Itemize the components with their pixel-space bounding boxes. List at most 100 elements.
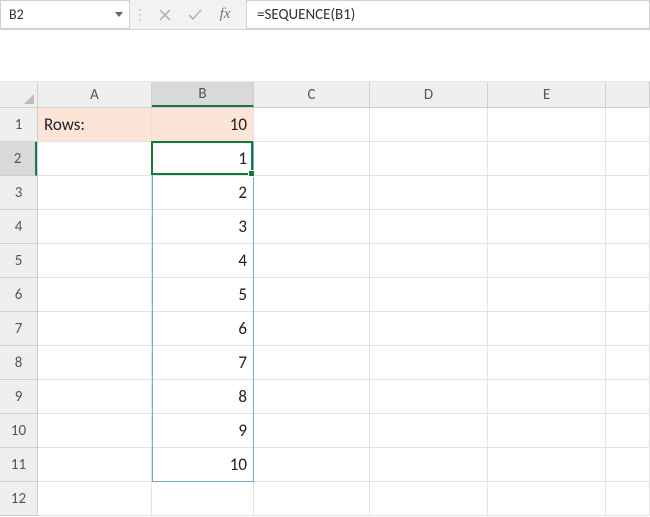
cell-e2[interactable]: [488, 142, 606, 176]
chevron-down-icon[interactable]: [115, 12, 123, 17]
cell-b5[interactable]: 4: [152, 244, 254, 278]
cell-c9[interactable]: [254, 380, 370, 414]
cell-a5[interactable]: [38, 244, 152, 278]
cancel-formula-button[interactable]: [150, 0, 180, 29]
cell-f10[interactable]: [606, 414, 650, 448]
cell-c2[interactable]: [254, 142, 370, 176]
cell-c8[interactable]: [254, 346, 370, 380]
cell-e7[interactable]: [488, 312, 606, 346]
row-header-3[interactable]: 3: [0, 176, 37, 210]
cell-b7[interactable]: 6: [152, 312, 254, 346]
divider: ⋮: [130, 0, 150, 29]
row-header-6[interactable]: 6: [0, 278, 37, 312]
cell-d7[interactable]: [370, 312, 488, 346]
insert-function-button[interactable]: fx: [210, 0, 240, 29]
col-header-a[interactable]: A: [38, 82, 152, 107]
cell-e11[interactable]: [488, 448, 606, 482]
cell-c12[interactable]: [254, 482, 370, 516]
cell-f3[interactable]: [606, 176, 650, 210]
cell-f5[interactable]: [606, 244, 650, 278]
cell-f4[interactable]: [606, 210, 650, 244]
cell-c4[interactable]: [254, 210, 370, 244]
cell-f12[interactable]: [606, 482, 650, 516]
cell-d6[interactable]: [370, 278, 488, 312]
cell-c1[interactable]: [254, 108, 370, 142]
cell-f9[interactable]: [606, 380, 650, 414]
select-all-corner[interactable]: [0, 82, 38, 108]
cell-e9[interactable]: [488, 380, 606, 414]
cell-e8[interactable]: [488, 346, 606, 380]
cell-e10[interactable]: [488, 414, 606, 448]
col-header-e[interactable]: E: [488, 82, 606, 107]
row-header-1[interactable]: 1: [0, 108, 37, 142]
cell-e12[interactable]: [488, 482, 606, 516]
col-header-partial[interactable]: [606, 82, 650, 107]
cell-b1[interactable]: 10: [152, 108, 254, 142]
cell-f1[interactable]: [606, 108, 650, 142]
cell-d10[interactable]: [370, 414, 488, 448]
cell-e6[interactable]: [488, 278, 606, 312]
cell-c5[interactable]: [254, 244, 370, 278]
cell-e3[interactable]: [488, 176, 606, 210]
cell-d3[interactable]: [370, 176, 488, 210]
cell-c6[interactable]: [254, 278, 370, 312]
cell-d12[interactable]: [370, 482, 488, 516]
cell-d1[interactable]: [370, 108, 488, 142]
cell-d9[interactable]: [370, 380, 488, 414]
cell-c11[interactable]: [254, 448, 370, 482]
cell-d2[interactable]: [370, 142, 488, 176]
row-header-11[interactable]: 11: [0, 448, 37, 482]
cell-d8[interactable]: [370, 346, 488, 380]
cell-b11[interactable]: 10: [152, 448, 254, 482]
cell-a9[interactable]: [38, 380, 152, 414]
col-header-d[interactable]: D: [370, 82, 488, 107]
row-header-10[interactable]: 10: [0, 414, 37, 448]
cell-a8[interactable]: [38, 346, 152, 380]
row-header-9[interactable]: 9: [0, 380, 37, 414]
cell-a6[interactable]: [38, 278, 152, 312]
cell-d5[interactable]: [370, 244, 488, 278]
cell-c10[interactable]: [254, 414, 370, 448]
cell-c3[interactable]: [254, 176, 370, 210]
cell-f8[interactable]: [606, 346, 650, 380]
col-header-b[interactable]: B: [152, 82, 254, 107]
cell-b3[interactable]: 2: [152, 176, 254, 210]
row-header-12[interactable]: 12: [0, 482, 37, 516]
cell-b8[interactable]: 7: [152, 346, 254, 380]
row-header-8[interactable]: 8: [0, 346, 37, 380]
cell-d4[interactable]: [370, 210, 488, 244]
column-headers: A B C D E: [38, 82, 650, 108]
cell-c7[interactable]: [254, 312, 370, 346]
row-header-4[interactable]: 4: [0, 210, 37, 244]
enter-formula-button[interactable]: [180, 0, 210, 29]
cell-a3[interactable]: [38, 176, 152, 210]
cell-e4[interactable]: [488, 210, 606, 244]
cell-d11[interactable]: [370, 448, 488, 482]
ribbon-gap: [0, 30, 650, 82]
cell-b2[interactable]: 1: [152, 142, 254, 176]
col-header-c[interactable]: C: [254, 82, 370, 107]
cell-a4[interactable]: [38, 210, 152, 244]
cell-b12[interactable]: [152, 482, 254, 516]
cell-f11[interactable]: [606, 448, 650, 482]
cell-b6[interactable]: 5: [152, 278, 254, 312]
cell-e5[interactable]: [488, 244, 606, 278]
cell-a2[interactable]: [38, 142, 152, 176]
name-box[interactable]: B2: [0, 0, 130, 29]
cell-e1[interactable]: [488, 108, 606, 142]
cell-a1[interactable]: Rows:: [38, 108, 152, 142]
cell-f6[interactable]: [606, 278, 650, 312]
cell-b4[interactable]: 3: [152, 210, 254, 244]
row-header-7[interactable]: 7: [0, 312, 37, 346]
row-header-2[interactable]: 2: [0, 142, 37, 176]
cell-b9[interactable]: 8: [152, 380, 254, 414]
cell-f2[interactable]: [606, 142, 650, 176]
cell-a10[interactable]: [38, 414, 152, 448]
cell-a12[interactable]: [38, 482, 152, 516]
cell-b10[interactable]: 9: [152, 414, 254, 448]
row-header-5[interactable]: 5: [0, 244, 37, 278]
cell-a11[interactable]: [38, 448, 152, 482]
cell-f7[interactable]: [606, 312, 650, 346]
cell-a7[interactable]: [38, 312, 152, 346]
formula-input[interactable]: =SEQUENCE(B1): [246, 0, 650, 29]
